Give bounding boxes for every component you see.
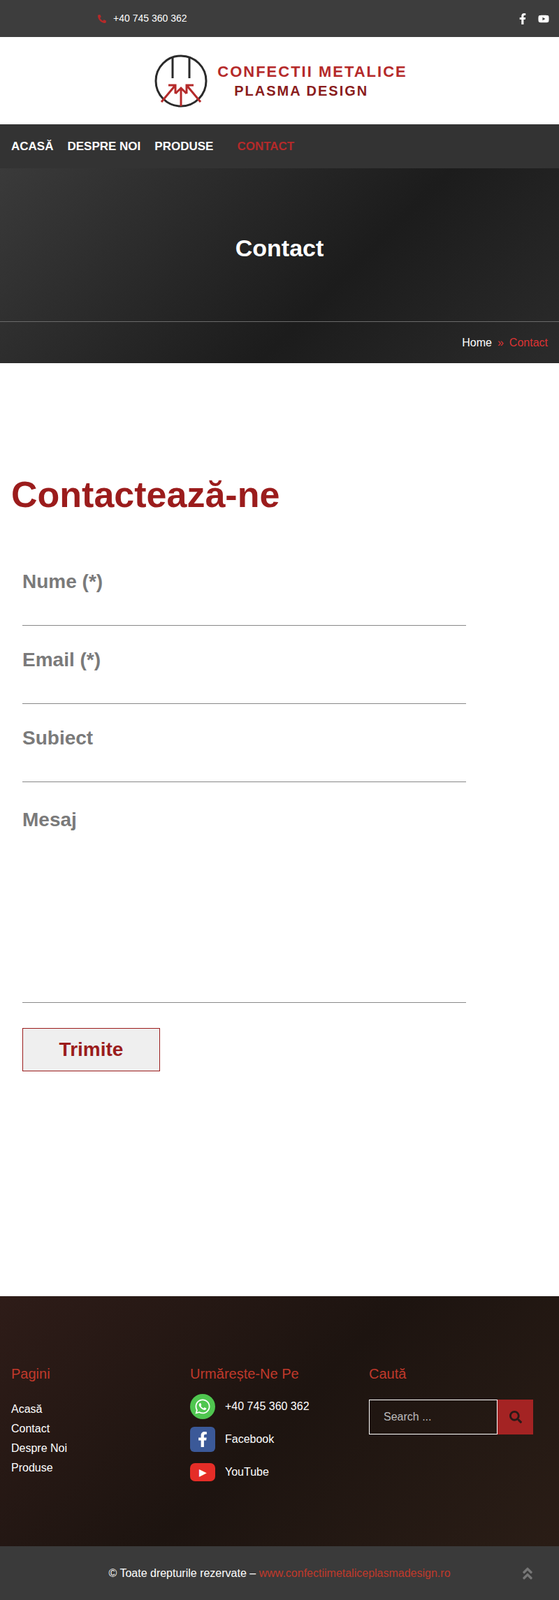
hero: Contact Home » Contact (0, 168, 559, 364)
page: +40 745 360 362 CONFECTII METALICE PLASMA … (0, 0, 559, 1600)
social-column: Urmărește-Ne Pe +40 745 360 362 Facebook ▶Y… (190, 1363, 369, 1548)
logo-icon (151, 53, 211, 110)
footer-link[interactable]: Contact (11, 1419, 191, 1440)
main-nav: ACASĂ DESPRE NOI PRODUSE CONTACT (0, 124, 559, 169)
text-field[interactable] (22, 727, 467, 750)
message-field[interactable] (22, 805, 467, 996)
contact-heading: Contactează-ne (11, 473, 548, 516)
search-button[interactable] (497, 1400, 534, 1436)
pages-title: Pagini (11, 1363, 191, 1385)
footer-link[interactable]: Produse (11, 1458, 191, 1479)
bottom-bar: © Toate drepturile rezervate – www.confe… (0, 1547, 559, 1600)
contact-form: Trimite (22, 547, 467, 1072)
social-link[interactable]: Facebook (190, 1427, 369, 1453)
phone-number[interactable]: +40 745 360 362 (113, 11, 188, 26)
breadcrumb-current: Contact (509, 334, 548, 352)
nav-item[interactable]: DESPRE NOI (67, 137, 141, 156)
footer-link[interactable]: Acasă (11, 1400, 191, 1420)
logo-title: CONFECTII METALICE (217, 64, 407, 80)
search-column: Caută (368, 1363, 548, 1548)
top-bar: +40 745 360 362 (0, 0, 559, 38)
text-field[interactable] (22, 570, 467, 594)
logo-subtitle: PLASMA DESIGN (217, 83, 407, 98)
scroll-top-icon[interactable] (519, 1566, 536, 1582)
hero-title: Contact (235, 230, 325, 267)
nav-item[interactable]: CONTACT (236, 137, 295, 156)
logo[interactable]: CONFECTII METALICE PLASMA DESIGN (151, 53, 407, 110)
search-input[interactable] (368, 1400, 498, 1436)
submit-button[interactable]: Trimite (22, 1028, 161, 1072)
social-title: Urmărește-Ne Pe (190, 1363, 369, 1385)
contact-section: Contactează-ne Trimite (0, 363, 559, 1297)
breadcrumb-separator: » (497, 334, 504, 352)
nav-item[interactable]: PRODUSE (154, 137, 214, 156)
footer-link[interactable]: Despre Noi (11, 1439, 191, 1459)
site-link[interactable]: www.confectiimetaliceplasmadesign.ro (259, 1567, 451, 1580)
whatsapp-icon (190, 1394, 216, 1420)
search-title: Caută (368, 1363, 548, 1385)
youtube-icon: ▶ (190, 1460, 216, 1486)
facebook-icon (190, 1427, 216, 1453)
breadcrumb-home[interactable]: Home (461, 334, 492, 352)
facebook-icon[interactable] (517, 13, 529, 25)
youtube-icon[interactable] (538, 13, 550, 25)
logo-area: CONFECTII METALICE PLASMA DESIGN (0, 37, 559, 125)
footer: PaginiAcasăContactDespre NoiProduseUrmăr… (0, 1296, 559, 1548)
search-icon (509, 1411, 522, 1425)
nav-item[interactable]: ACASĂ (11, 137, 54, 156)
social-link[interactable]: ▶YouTube (190, 1460, 369, 1486)
pages-column: Pagini AcasăContactDespre NoiProduse (11, 1363, 191, 1548)
text-field[interactable] (22, 649, 467, 672)
phone-icon (97, 14, 107, 24)
social-link[interactable]: +40 745 360 362 (190, 1394, 369, 1420)
copyright: © Toate drepturile rezervate – www.confe… (108, 1565, 450, 1583)
